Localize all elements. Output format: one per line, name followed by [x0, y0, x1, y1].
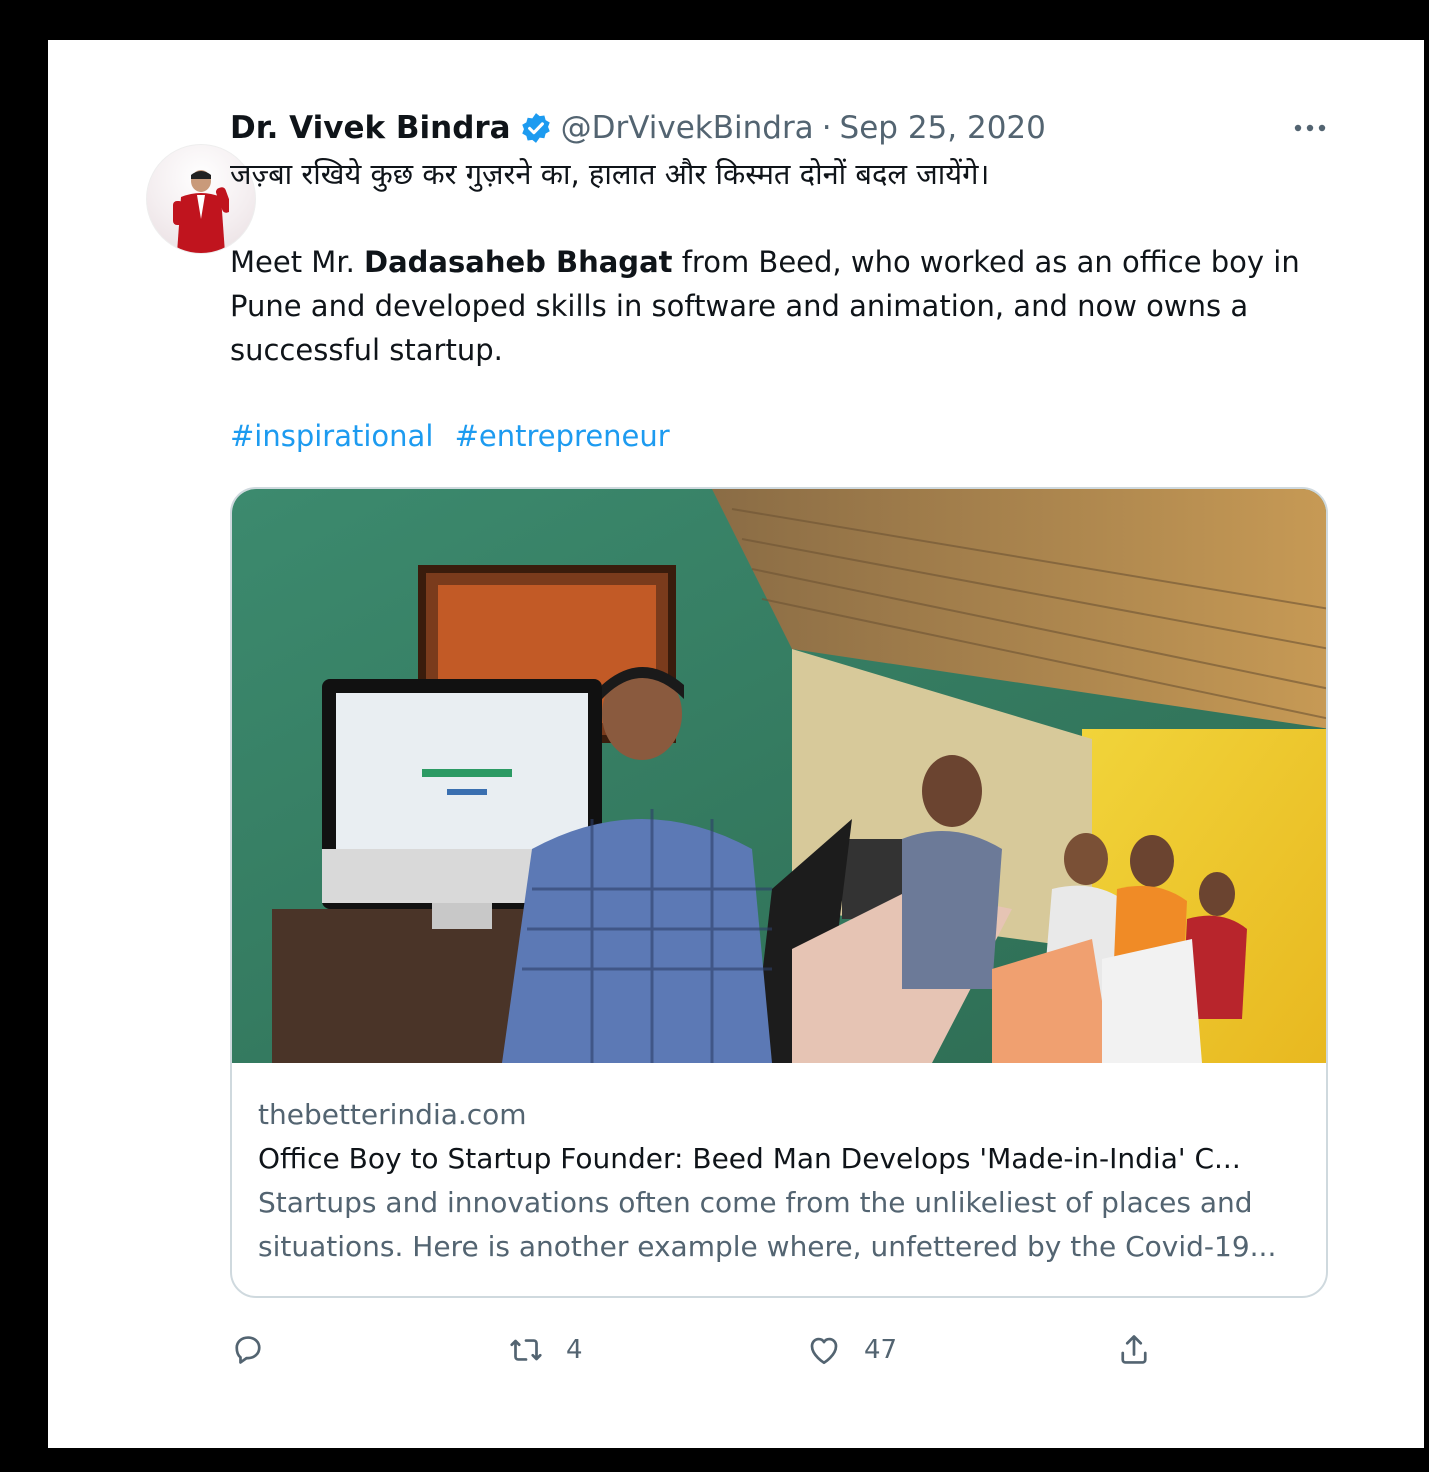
- tweet-header: Dr. Vivek Bindra @DrVivekBindra · Sep 25…: [230, 108, 1046, 148]
- retweet-button[interactable]: 4: [508, 1324, 583, 1376]
- tweet-hindi-line: जज़्बा रखिये कुछ कर गुज़रने का, हालात और…: [230, 157, 990, 191]
- like-button[interactable]: 47: [806, 1324, 897, 1376]
- avatar-person-image: [173, 170, 229, 253]
- verified-badge-icon: [521, 113, 550, 143]
- hashtag-inspirational[interactable]: #inspirational: [230, 419, 433, 453]
- paragraph-bold-name: Dadasaheb Bhagat: [364, 245, 673, 279]
- heart-icon: [810, 1337, 838, 1365]
- separator-dot: ·: [821, 110, 832, 146]
- link-preview-card[interactable]: thebetterindia.com Office Boy to Startup…: [230, 487, 1328, 1298]
- hashtag-entrepreneur[interactable]: #entrepreneur: [455, 419, 670, 453]
- paragraph-prefix: Meet Mr.: [230, 245, 365, 279]
- tweet-date[interactable]: Sep 25, 2020: [840, 110, 1046, 146]
- link-title: Office Boy to Startup Founder: Beed Man …: [258, 1142, 1241, 1175]
- hashtags: #inspirational #entrepreneur: [230, 414, 1310, 458]
- link-domain: thebetterindia.com: [258, 1098, 527, 1131]
- tweet-paragraph: Meet Mr. Dadasaheb Bhagat from Beed, who…: [230, 240, 1310, 372]
- reply-button[interactable]: [230, 1324, 288, 1376]
- reply-icon: [235, 1336, 261, 1364]
- more-options-icon[interactable]: [1286, 112, 1334, 144]
- retweet-icon: [510, 1339, 542, 1361]
- link-preview-meta: thebetterindia.com Office Boy to Startup…: [258, 1093, 1308, 1269]
- tweet-card: Dr. Vivek Bindra @DrVivekBindra · Sep 25…: [48, 40, 1424, 1448]
- like-count: 47: [864, 1335, 898, 1365]
- author-handle[interactable]: @DrVivekBindra: [561, 110, 814, 146]
- link-preview-image: [232, 489, 1326, 1063]
- link-description: Startups and innovations often come from…: [258, 1186, 1277, 1263]
- tweet-text: जज़्बा रखिये कुछ कर गुज़रने का, हालात और…: [230, 152, 1310, 458]
- display-name[interactable]: Dr. Vivek Bindra: [230, 110, 511, 146]
- retweet-count: 4: [566, 1335, 583, 1365]
- share-button[interactable]: [1116, 1324, 1152, 1376]
- tweet-actions: 4 47: [48, 1324, 1424, 1376]
- share-icon: [1121, 1335, 1147, 1364]
